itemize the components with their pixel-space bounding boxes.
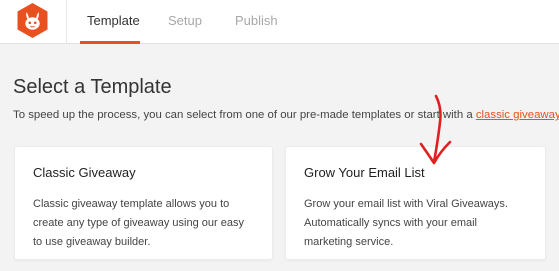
template-card-grow-email-list[interactable]: Grow Your Email List Grow your email lis… [285,146,546,260]
page-title: Select a Template [13,76,172,98]
card-description: Classic giveaway template allows you to … [33,195,244,252]
logo-divider [66,0,67,43]
card-description-line: Automatically syncs with your email [304,217,478,229]
tab-publish[interactable]: Publish [235,13,278,28]
tab-template[interactable]: Template [87,13,140,28]
card-title: Classic Giveaway [33,165,136,180]
card-description-line: marketing service. [304,236,394,248]
card-title: Grow Your Email List [304,165,425,180]
classic-giveaway-link[interactable]: classic giveaway [476,109,559,121]
card-description-line: Grow your email list with Viral Giveaway… [304,198,508,210]
intro-text: To speed up the process, you can select … [13,109,559,121]
tab-setup[interactable]: Setup [168,13,202,28]
top-navigation-bar: Template Setup Publish [0,0,559,44]
rabbit-logo-icon[interactable] [14,2,51,39]
active-tab-indicator [80,41,140,44]
intro-text-body: To speed up the process, you can select … [13,109,476,121]
card-description-line: to use giveaway builder. [33,236,151,248]
card-description-line: create any type of giveaway using our ea… [33,217,244,229]
template-card-classic-giveaway[interactable]: Classic Giveaway Classic giveaway templa… [14,146,273,260]
card-description: Grow your email list with Viral Giveaway… [304,195,508,252]
card-description-line: Classic giveaway template allows you to [33,198,230,210]
